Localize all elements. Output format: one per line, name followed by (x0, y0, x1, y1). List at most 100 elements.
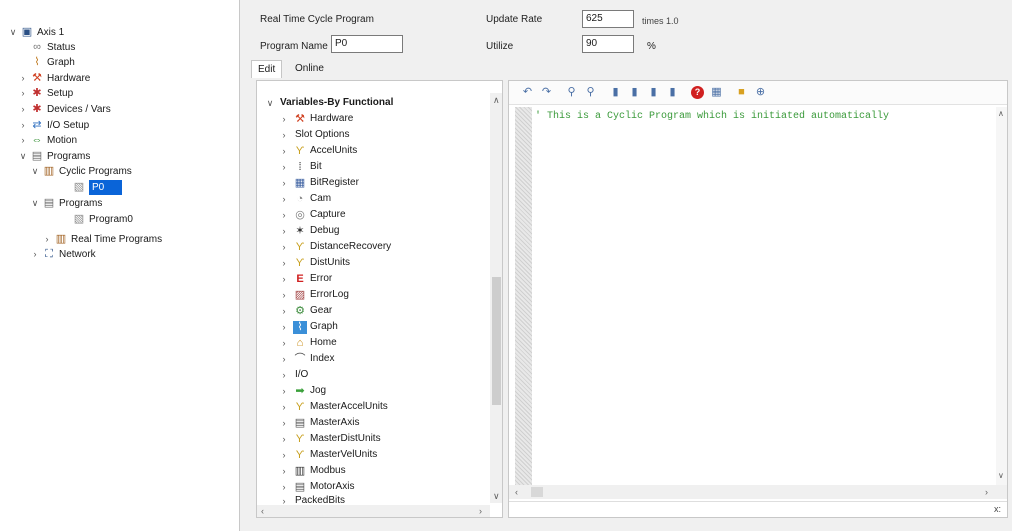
expand-chevron-icon[interactable]: › (277, 383, 291, 399)
expand-chevron-icon[interactable]: › (277, 191, 291, 207)
tree-item-graph[interactable]: ⌇ Graph (18, 55, 74, 70)
expand-chevron-icon[interactable]: › (277, 351, 291, 367)
expand-chevron-icon[interactable]: › (277, 239, 291, 255)
tree-item-io-setup[interactable]: › ⇄ I/O Setup (18, 118, 90, 133)
bookmark-clear-icon[interactable]: ▮ (666, 86, 679, 99)
var-item[interactable]: › ◎ Capture (277, 207, 346, 223)
scroll-right-icon[interactable]: › (479, 506, 482, 516)
editor-vertical-scrollbar[interactable]: ∧ ∨ (996, 107, 1007, 485)
collapse-chevron-icon[interactable]: ∨ (30, 164, 40, 179)
redo-icon[interactable]: ↷ (540, 86, 553, 99)
properties-icon[interactable]: ▦ (710, 86, 723, 99)
variables-header[interactable]: ∨ Variables-By Functional (263, 95, 394, 111)
expand-chevron-icon[interactable]: › (18, 118, 28, 133)
expand-chevron-icon[interactable]: › (277, 319, 291, 335)
bookmark-toggle-icon[interactable]: ▮ (609, 86, 622, 99)
scrollbar-thumb[interactable] (531, 487, 543, 497)
var-item[interactable]: › E Error (277, 271, 333, 287)
expand-chevron-icon[interactable]: › (277, 367, 291, 383)
var-item[interactable]: › ⌂ Home (277, 335, 337, 351)
bookmark-next-icon[interactable]: ▮ (628, 86, 641, 99)
settings-icon[interactable]: ⊕ (754, 86, 767, 99)
expand-chevron-icon[interactable]: › (42, 232, 52, 247)
var-item[interactable]: › ⌒ Index (277, 351, 335, 367)
expand-chevron-icon[interactable]: › (277, 431, 291, 447)
expand-chevron-icon[interactable]: › (18, 102, 28, 117)
var-item[interactable]: › Slot Options (277, 127, 350, 143)
tree-item-programs[interactable]: ∨ ▤ Programs (18, 149, 91, 164)
var-item[interactable]: › ϒ AccelUnits (277, 143, 358, 159)
var-item[interactable]: › I/O (277, 367, 309, 383)
expand-chevron-icon[interactable]: › (277, 127, 291, 143)
collapse-chevron-icon[interactable]: ∨ (18, 149, 28, 164)
expand-chevron-icon[interactable]: › (277, 287, 291, 303)
tab-edit[interactable]: Edit (251, 60, 283, 78)
code-text[interactable]: ' This is a Cyclic Program which is init… (535, 111, 889, 122)
lock-icon[interactable]: ■ (735, 86, 748, 99)
expand-chevron-icon[interactable]: › (277, 335, 291, 351)
tree-item-programs-folder[interactable]: ∨ ▤ Programs (30, 196, 103, 211)
find-next-icon[interactable]: ⚲ (584, 86, 597, 99)
var-item[interactable]: › ϒ MasterAccelUnits (277, 399, 388, 415)
expand-chevron-icon[interactable]: › (277, 255, 291, 271)
tree-item-p0[interactable]: ▧ P0 (72, 180, 123, 195)
help-icon[interactable]: ? (691, 86, 704, 99)
var-item[interactable]: › ▨ ErrorLog (277, 287, 349, 303)
var-item[interactable]: › ⚒ Hardware (277, 111, 354, 127)
tree-item-setup[interactable]: › ✱ Setup (18, 86, 74, 101)
scroll-down-icon[interactable]: ∨ (493, 491, 500, 502)
horizontal-scrollbar[interactable]: ‹ › (257, 505, 490, 517)
expand-chevron-icon[interactable]: › (18, 86, 28, 101)
expand-chevron-icon[interactable]: › (277, 271, 291, 287)
expand-chevron-icon[interactable]: › (277, 143, 291, 159)
var-item[interactable]: › ϒ DistanceRecovery (277, 239, 392, 255)
expand-chevron-icon[interactable]: › (277, 223, 291, 239)
expand-chevron-icon[interactable]: › (18, 133, 28, 148)
collapse-chevron-icon[interactable]: ∨ (263, 95, 277, 111)
scroll-down-icon[interactable]: ∨ (998, 471, 1004, 480)
vertical-scrollbar[interactable]: ∧ ∨ (490, 93, 502, 503)
expand-chevron-icon[interactable]: › (277, 159, 291, 175)
scroll-left-icon[interactable]: ‹ (515, 487, 518, 497)
expand-chevron-icon[interactable]: › (277, 399, 291, 415)
var-item[interactable]: › ϒ MasterVelUnits (277, 447, 378, 463)
scroll-right-icon[interactable]: › (985, 487, 988, 497)
editor-horizontal-scrollbar[interactable]: ‹ › (509, 485, 1007, 499)
var-item[interactable]: › ⌇ Graph (277, 319, 338, 335)
program-name-input[interactable]: P0 (331, 35, 403, 53)
scroll-up-icon[interactable]: ∧ (493, 95, 500, 106)
tree-item-program0[interactable]: ▧ Program0 (72, 212, 133, 227)
expand-chevron-icon[interactable]: › (30, 247, 40, 262)
expand-chevron-icon[interactable]: › (277, 463, 291, 479)
expand-chevron-icon[interactable]: › (18, 71, 28, 86)
scrollbar-thumb[interactable] (492, 277, 501, 405)
tree-item-hardware[interactable]: › ⚒ Hardware (18, 71, 91, 86)
var-item[interactable]: › ⁞ Bit (277, 159, 322, 175)
var-item[interactable]: › ⚙ Gear (277, 303, 333, 319)
tree-item-axis1[interactable]: ∨ ▣ Axis 1 (8, 25, 65, 40)
var-item[interactable]: › ▥ Modbus (277, 463, 346, 479)
scroll-left-icon[interactable]: ‹ (261, 506, 264, 516)
var-item[interactable]: › ϒ DistUnits (277, 255, 351, 271)
tree-item-devices-vars[interactable]: › ✱ Devices / Vars (18, 102, 111, 117)
bookmark-prev-icon[interactable]: ▮ (647, 86, 660, 99)
var-item[interactable]: › ϒ MasterDistUnits (277, 431, 381, 447)
utilize-input[interactable]: 90 (582, 35, 634, 53)
expand-chevron-icon[interactable]: › (277, 111, 291, 127)
tab-online[interactable]: Online (289, 60, 330, 78)
var-item[interactable]: › ✶ Debug (277, 223, 340, 239)
collapse-chevron-icon[interactable]: ∨ (30, 196, 40, 211)
collapse-chevron-icon[interactable]: ∨ (8, 25, 18, 40)
scroll-up-icon[interactable]: ∧ (998, 109, 1004, 118)
find-icon[interactable]: ⚲ (565, 86, 578, 99)
tree-item-network[interactable]: › ⛶ Network (30, 247, 96, 262)
expand-chevron-icon[interactable]: › (277, 303, 291, 319)
expand-chevron-icon[interactable]: › (277, 415, 291, 431)
expand-chevron-icon[interactable]: › (277, 207, 291, 223)
tree-item-real-time-programs[interactable]: › ▥ Real Time Programs (42, 232, 163, 247)
update-rate-input[interactable]: 625 (582, 10, 634, 28)
tree-item-cyclic-programs[interactable]: ∨ ▥ Cyclic Programs (30, 164, 132, 179)
tree-item-motion[interactable]: › ⇔ Motion (18, 133, 78, 148)
expand-chevron-icon[interactable]: › (277, 175, 291, 191)
var-item[interactable]: › ▦ BitRegister (277, 175, 359, 191)
